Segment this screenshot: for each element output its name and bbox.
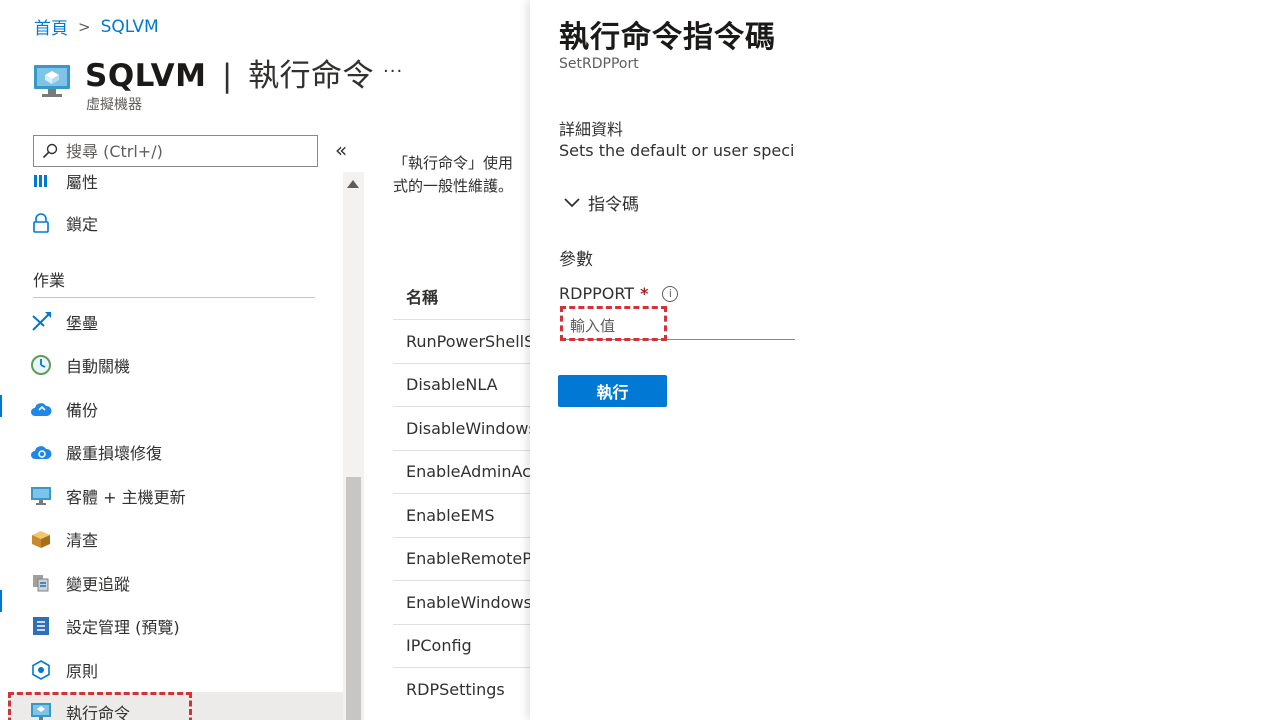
page-title-resource: SQLVM <box>85 58 207 94</box>
sidebar-item-label: 嚴重損壞修復 <box>66 444 163 463</box>
sidebar-item-locks[interactable]: 鎖定 <box>30 210 98 236</box>
chevron-right-icon: > <box>78 17 91 36</box>
change-tracking-icon <box>30 572 52 594</box>
sidebar-item-label: 屬性 <box>66 173 99 192</box>
section-divider <box>33 297 315 298</box>
parameters-label: 參數 <box>559 250 593 270</box>
breadcrumb-home[interactable]: 首頁 <box>34 14 68 39</box>
sidebar-item-label: 鎖定 <box>66 215 99 234</box>
sidebar-item-change-tracking[interactable]: 變更追蹤 <box>30 570 130 596</box>
column-header-name[interactable]: 名稱 <box>406 284 438 308</box>
required-marker: * <box>640 284 649 303</box>
sidebar-item-inventory[interactable]: 清查 <box>30 526 98 552</box>
sidebar-item-label: 堡壘 <box>66 314 99 333</box>
sidebar-search-input[interactable] <box>66 141 306 161</box>
sidebar-item-configuration-management[interactable]: 設定管理 (預覽) <box>30 613 180 639</box>
sidebar-item-updates[interactable]: 客體 + 主機更新 <box>30 483 186 509</box>
command-row[interactable]: IPConfig <box>393 623 533 668</box>
scrollbar-thumb[interactable] <box>346 477 361 720</box>
run-command-highlight <box>8 692 192 720</box>
collapse-sidebar-button[interactable]: « <box>335 138 347 162</box>
sidebar-item-label: 自動關機 <box>66 357 131 376</box>
resource-type-label: 虛擬機器 <box>86 97 142 113</box>
description-line: 式的一般性維護。 <box>393 177 514 195</box>
breadcrumb: 首頁 > SQLVM <box>34 14 159 40</box>
details-text: Sets the default or user specified <box>559 141 795 160</box>
sidebar-item-policies[interactable]: 原則 <box>30 657 98 683</box>
inventory-box-icon <box>30 528 52 550</box>
sidebar-item-label: 清查 <box>66 531 99 550</box>
sidebar-item-backup[interactable]: 備份 <box>30 396 98 422</box>
sidebar-item-label: 備份 <box>66 401 99 420</box>
sidebar-item-label: 變更追蹤 <box>66 575 131 594</box>
run-command-script-blade: 執行命令指令碼 SetRDPPort 詳細資料 Sets the default… <box>530 0 795 720</box>
command-row[interactable]: RunPowerShellScript <box>393 319 533 363</box>
page-title: SQLVM | 執行命令 <box>85 50 374 95</box>
config-management-icon <box>30 615 52 637</box>
search-icon <box>42 143 58 159</box>
command-row[interactable]: DisableNLA <box>393 362 533 407</box>
blade-title: 執行命令指令碼 <box>559 20 776 55</box>
blade-subtitle: SetRDPPort <box>559 56 639 72</box>
command-row[interactable]: EnableRemotePS <box>393 536 533 581</box>
properties-icon <box>30 170 52 192</box>
command-row[interactable]: EnableEMS <box>393 493 533 537</box>
run-command-description: 「執行命令」使用 式的一般性維護。 <box>393 152 533 198</box>
command-row[interactable]: EnableWindowsUpdate <box>393 580 533 624</box>
sidebar-item-label: 客體 + 主機更新 <box>66 488 186 507</box>
sidebar-search <box>33 135 318 167</box>
sidebar-section-operations: 作業 <box>33 271 66 290</box>
page-title-separator: | <box>221 58 233 94</box>
description-line: 「執行命令」使用 <box>393 154 514 172</box>
script-expander[interactable]: 指令碼 <box>564 190 639 215</box>
details-label: 詳細資料 <box>559 120 624 139</box>
info-icon[interactable]: i <box>662 285 679 302</box>
sidebar-item-disaster-recovery[interactable]: 嚴重損壞修復 <box>30 439 162 465</box>
page-title-section: 執行命令 <box>248 58 375 94</box>
virtual-machine-icon <box>34 65 70 97</box>
lock-icon <box>30 212 52 234</box>
breadcrumb-current[interactable]: SQLVM <box>101 17 159 37</box>
command-row[interactable]: RDPSettings <box>393 667 533 711</box>
scroll-up-icon[interactable] <box>347 180 359 188</box>
chevron-down-icon <box>564 197 580 207</box>
cloud-recovery-icon <box>30 441 52 463</box>
rdpport-label-text: RDPPORT <box>559 284 635 303</box>
monitor-update-icon <box>30 485 52 507</box>
sidebar-item-bastion[interactable]: 堡壘 <box>30 309 98 335</box>
clock-icon <box>30 354 52 376</box>
policy-icon <box>30 659 52 681</box>
cloud-backup-icon <box>30 398 52 420</box>
sidebar: 屬性 鎖定 作業 堡壘 自動關機 備份 嚴重損壞修復 客體 + 主機更新 清查 … <box>0 170 345 720</box>
bastion-icon <box>30 311 52 333</box>
command-row[interactable]: DisableWindowsUpdate <box>393 406 533 450</box>
sidebar-item-label: 設定管理 (預覽) <box>66 618 180 637</box>
azure-portal-page: 首頁 > SQLVM SQLVM | 執行命令 ... 虛擬機器 搜尋 (Ctr… <box>0 0 795 720</box>
sidebar-item-properties[interactable]: 屬性 <box>30 170 98 194</box>
command-row[interactable]: EnableAdminAccount <box>393 449 533 494</box>
command-list: RunPowerShellScript DisableNLA DisableWi… <box>393 319 533 711</box>
rdpport-input[interactable] <box>562 312 795 340</box>
sidebar-item-auto-shutdown[interactable]: 自動關機 <box>30 352 130 378</box>
more-options-button[interactable]: ... <box>383 56 403 77</box>
screen: 首頁 > SQLVM SQLVM | 執行命令 ... 虛擬機器 搜尋 (Ctr… <box>0 0 1280 720</box>
script-expander-label: 指令碼 <box>588 195 639 215</box>
sidebar-item-label: 原則 <box>66 662 99 681</box>
run-button[interactable]: 執行 <box>558 375 667 407</box>
sidebar-scrollbar[interactable] <box>343 172 364 720</box>
rdpport-field-label: RDPPORT * i <box>559 284 679 303</box>
